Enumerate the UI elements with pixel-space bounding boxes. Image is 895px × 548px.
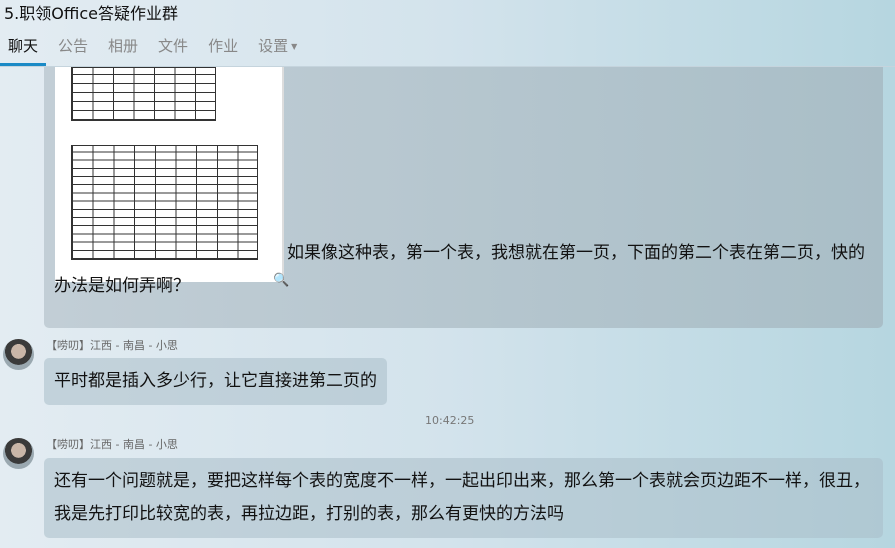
tab-settings-label: 设置 xyxy=(258,37,289,55)
sender-name[interactable]: 【唠叨】江西 - 南昌 - 小思 xyxy=(46,337,178,353)
sender-name[interactable]: 【唠叨】江西 - 南昌 - 小思 xyxy=(46,436,178,452)
window-title: 5.职领Office答疑作业群 xyxy=(4,4,178,23)
tab-announcement[interactable]: 公告 xyxy=(50,34,96,66)
tab-chat[interactable]: 聊天 xyxy=(0,34,47,66)
tab-settings[interactable]: 设置 ▼ xyxy=(250,34,305,66)
chevron-down-icon: ▼ xyxy=(291,41,298,51)
message-text: 如果像这种表，第一个表，我想就在第一页，下面的第二个表在第二页，快的办法是如何弄… xyxy=(54,243,865,296)
chat-area[interactable]: 🔍 如果像这种表，第一个表，我想就在第一页，下面的第二个表在第二页，快的办法是如… xyxy=(0,67,895,548)
message-bubble: 平时都是插入多少行，让它直接进第二页的 xyxy=(44,358,387,405)
avatar[interactable] xyxy=(3,339,34,370)
tab-bar: 聊天 公告 相册 文件 作业 设置 ▼ xyxy=(0,34,309,66)
timestamp: 10:42:25 xyxy=(425,414,475,427)
message-bubble: 🔍 如果像这种表，第一个表，我想就在第一页，下面的第二个表在第二页，快的办法是如… xyxy=(44,67,883,328)
avatar[interactable] xyxy=(3,438,34,469)
tab-homework[interactable]: 作业 xyxy=(200,34,246,66)
message-bubble: 还有一个问题就是，要把这样每个表的宽度不一样，一起出印出来，那么第一个表就会页边… xyxy=(44,458,883,538)
tab-files[interactable]: 文件 xyxy=(150,34,196,66)
table-preview-1 xyxy=(71,67,216,121)
tab-album[interactable]: 相册 xyxy=(100,34,146,66)
message-text: 平时都是插入多少行，让它直接进第二页的 xyxy=(54,371,377,391)
message-text: 还有一个问题就是，要把这样每个表的宽度不一样，一起出印出来，那么第一个表就会页边… xyxy=(54,471,870,524)
